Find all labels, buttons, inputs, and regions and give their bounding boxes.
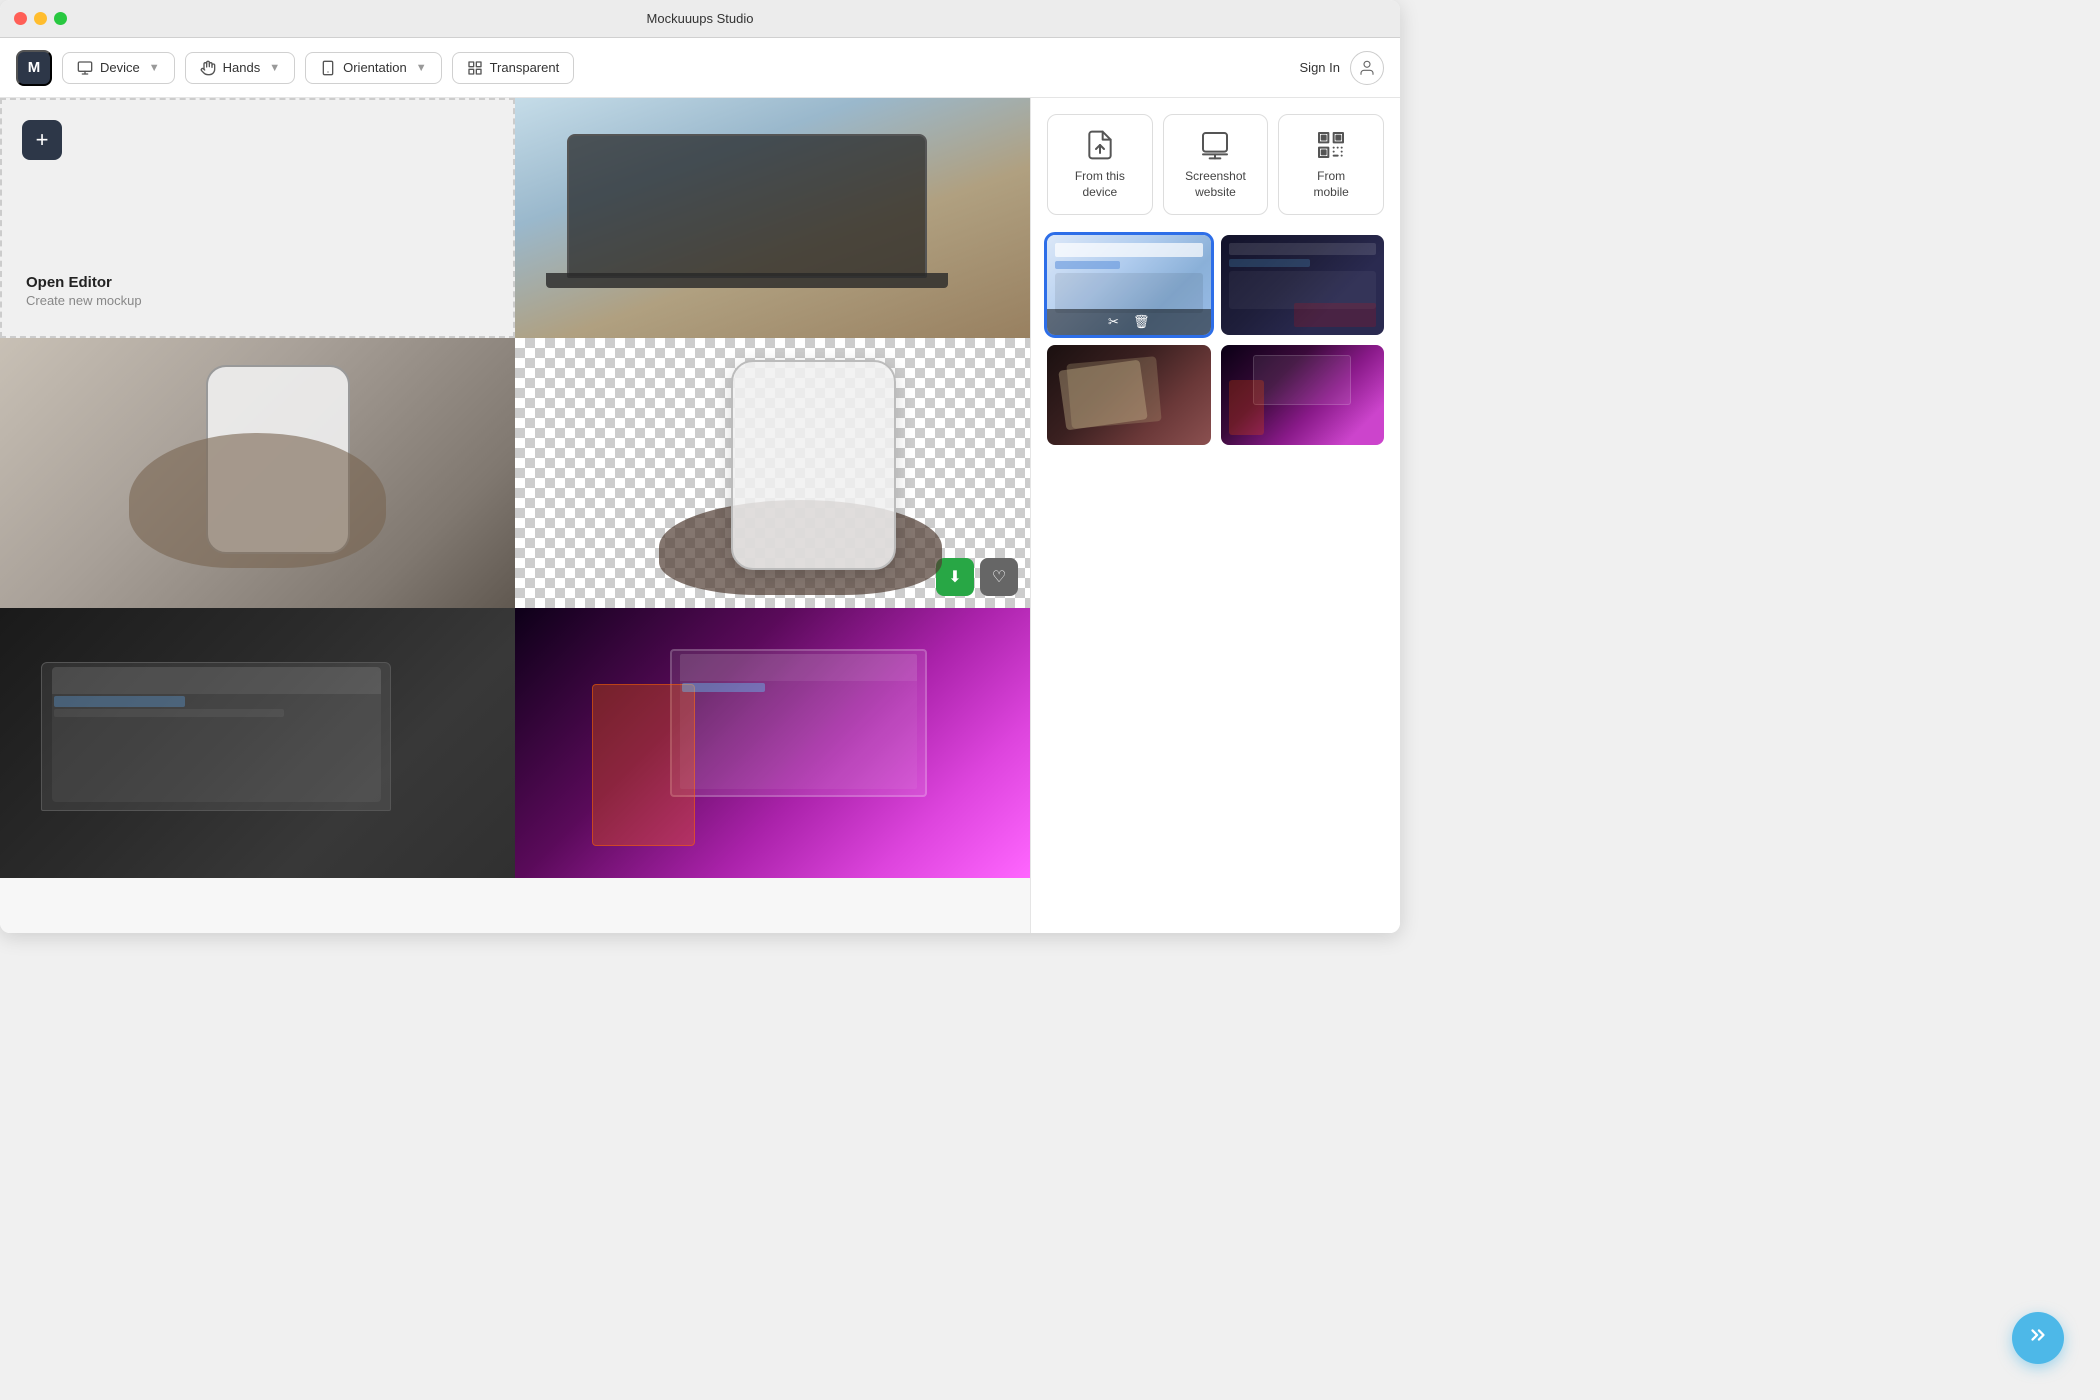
hands-label: Hands — [223, 60, 261, 75]
transparent-label: Transparent — [490, 60, 560, 75]
orientation-chevron: ▼ — [416, 62, 427, 74]
add-new-text: Open Editor Create new mockup — [26, 274, 142, 308]
titlebar: Mockuuups Studio — [0, 0, 1400, 38]
screenshot-icon — [1199, 129, 1231, 161]
favorite-button[interactable]: ♡ — [980, 558, 1018, 596]
hands-dropdown[interactable]: Hands ▼ — [185, 52, 295, 84]
content-area: + Open Editor Create new mockup — [0, 98, 1030, 933]
toolbar-right: Sign In — [1300, 51, 1384, 85]
transparent-dropdown[interactable]: Transparent — [452, 52, 575, 84]
thumbnail-3[interactable] — [1047, 345, 1211, 445]
transparent-icon — [467, 60, 483, 76]
mockup-phone-hand[interactable] — [0, 338, 515, 608]
device-label: Device — [100, 60, 140, 75]
thumbnail-row-1: ✂ 🗑 — [1047, 235, 1384, 335]
fab-button[interactable] — [2012, 1312, 2064, 1364]
thumb-action-bar-1: ✂ 🗑 — [1047, 309, 1211, 335]
mockup-monitor-purple[interactable] — [515, 608, 1030, 878]
device-dropdown[interactable]: Device ▼ — [62, 52, 175, 84]
qr-code-icon — [1315, 129, 1347, 161]
hands-chevron: ▼ — [269, 62, 280, 74]
upload-options: From this device Screenshot website — [1047, 114, 1384, 215]
add-new-cell[interactable]: + Open Editor Create new mockup — [0, 98, 515, 338]
from-mobile-label: From mobile — [1313, 169, 1348, 200]
app-window: Mockuuups Studio M Device ▼ Hands ▼ — [0, 0, 1400, 933]
thumbnail-row-2 — [1047, 345, 1384, 445]
right-sidebar: From this device Screenshot website — [1030, 98, 1400, 933]
from-mobile-option[interactable]: From mobile — [1278, 114, 1384, 215]
upload-file-icon — [1084, 129, 1116, 161]
toolbar: M Device ▼ Hands ▼ — [0, 38, 1400, 98]
add-icon: + — [22, 120, 62, 160]
thumbnail-4[interactable] — [1221, 345, 1385, 445]
minimize-button[interactable] — [34, 12, 47, 25]
mockup-laptop-desk[interactable] — [515, 98, 1030, 338]
screenshot-website-option[interactable]: Screenshot website — [1163, 114, 1269, 215]
open-editor-title: Open Editor — [26, 274, 142, 291]
logo-button[interactable]: M — [16, 50, 52, 86]
user-avatar[interactable] — [1350, 51, 1384, 85]
mockup-phone-transparent[interactable]: ⬇ ♡ — [515, 338, 1030, 608]
main-area: + Open Editor Create new mockup — [0, 98, 1400, 933]
from-device-option[interactable]: From this device — [1047, 114, 1153, 215]
thumbnail-2[interactable] — [1221, 235, 1385, 335]
open-editor-subtitle: Create new mockup — [26, 293, 142, 308]
window-title: Mockuuups Studio — [647, 11, 754, 26]
hand-icon — [200, 60, 216, 76]
thumbnail-1[interactable]: ✂ 🗑 — [1047, 235, 1211, 335]
phone-icon — [320, 60, 336, 76]
thumb-crop-button[interactable]: ✂ — [1108, 314, 1119, 330]
monitor-icon — [77, 60, 93, 76]
fab-icon — [2027, 1324, 2049, 1352]
traffic-lights — [14, 12, 67, 25]
close-button[interactable] — [14, 12, 27, 25]
device-chevron: ▼ — [149, 62, 160, 74]
screenshot-website-label: Screenshot website — [1185, 169, 1246, 200]
thumbnail-grid: ✂ 🗑 — [1047, 235, 1384, 445]
sign-in-button[interactable]: Sign In — [1300, 60, 1340, 75]
mockup-laptop-dark[interactable] — [0, 608, 515, 878]
mockup-grid: + Open Editor Create new mockup — [0, 98, 1030, 878]
from-device-label: From this device — [1075, 169, 1125, 200]
maximize-button[interactable] — [54, 12, 67, 25]
thumb-delete-button[interactable]: 🗑 — [1133, 314, 1150, 330]
orientation-dropdown[interactable]: Orientation ▼ — [305, 52, 441, 84]
mockup-overlay: ⬇ ♡ — [936, 558, 1018, 596]
orientation-label: Orientation — [343, 60, 407, 75]
